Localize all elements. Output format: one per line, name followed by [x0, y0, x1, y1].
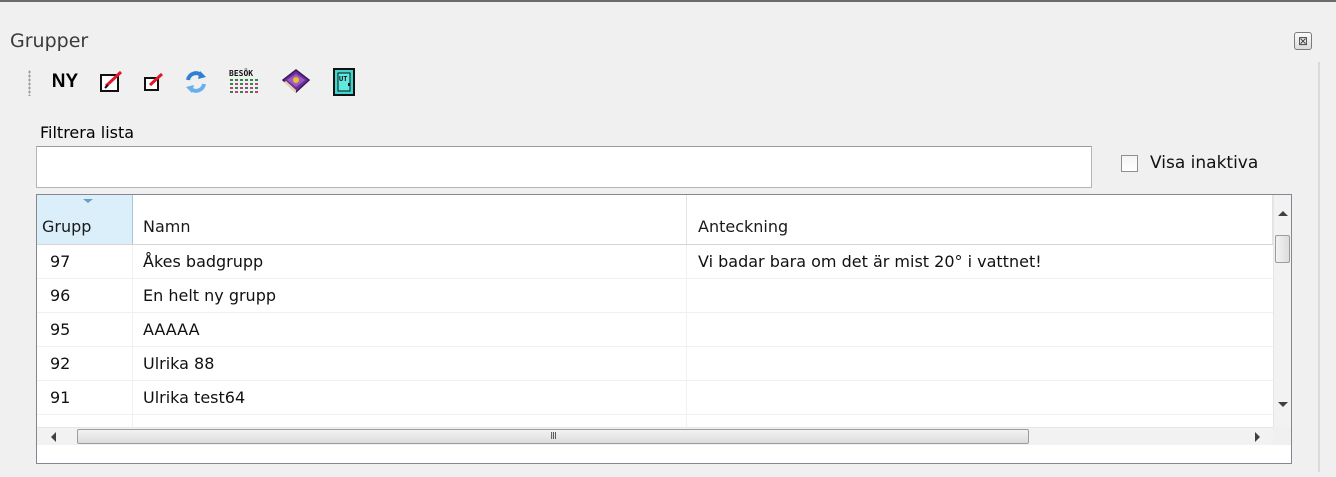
scroll-grip-icon: III	[550, 431, 557, 442]
refresh-button[interactable]	[178, 66, 214, 98]
visits-icon: BESÖK	[229, 68, 258, 93]
cell-namn: Ulrika test64	[133, 381, 687, 414]
column-header-label: Anteckning	[698, 217, 789, 236]
table-row[interactable]: 91 Ulrika test64	[37, 381, 1273, 415]
refresh-icon	[186, 71, 206, 93]
column-header-namn[interactable]: Namn	[133, 195, 687, 244]
toolbar: NY BESÖK UT	[28, 64, 1318, 102]
cell-namn: En helt ny grupp	[133, 279, 687, 312]
column-header-label: Namn	[143, 217, 191, 236]
cell-anteckning: Vi badar bara om det är mist 20° i vattn…	[698, 252, 1042, 271]
vertical-scroll-thumb[interactable]	[1275, 235, 1290, 263]
scrollbar-corner	[1273, 427, 1291, 445]
show-inactive-label: Visa inaktiva	[1150, 153, 1259, 173]
exit-button[interactable]: UT	[324, 66, 364, 98]
show-inactive-toggle[interactable]: Visa inaktiva	[1121, 153, 1258, 173]
new-group-button[interactable]: NY	[42, 66, 88, 98]
cell-anteckning	[687, 279, 1273, 312]
edit-small-button[interactable]	[138, 66, 170, 98]
column-header-grupp[interactable]: Grupp	[37, 195, 133, 244]
column-header-label: Grupp	[42, 217, 92, 236]
small-edit-icon	[144, 72, 164, 91]
cell-anteckning	[687, 347, 1273, 380]
svg-text:UT: UT	[339, 75, 347, 83]
sort-descending-icon	[83, 199, 93, 203]
cell-grupp: 96	[37, 279, 133, 312]
cell-grupp: 97	[37, 245, 133, 278]
filter-label: Filtrera lista	[40, 123, 135, 142]
cell-namn: AAAAA	[133, 313, 687, 346]
horizontal-scrollbar[interactable]: III	[37, 427, 1273, 445]
show-inactive-checkbox[interactable]	[1121, 154, 1138, 172]
scroll-up-icon[interactable]	[1278, 211, 1288, 216]
table-row[interactable]: 92 Ulrika 88	[37, 347, 1273, 381]
table-row[interactable]: 95 AAAAA	[37, 313, 1273, 347]
cell-anteckning	[687, 381, 1273, 414]
close-panel-button[interactable]: ⊠	[1294, 32, 1312, 50]
edit-button[interactable]	[94, 66, 130, 98]
exit-door-icon: UT	[333, 68, 355, 96]
horizontal-scroll-thumb[interactable]: III	[77, 429, 1029, 444]
groups-panel: Grupper ⊠ NY BESÖK UT Filtrera lista Vis…	[0, 0, 1336, 477]
svg-text:BESÖK: BESÖK	[229, 68, 253, 78]
column-header-anteckning[interactable]: Anteckning	[687, 195, 1273, 244]
vertical-scrollbar[interactable]	[1273, 195, 1291, 427]
groups-table: Grupp Namn Anteckning 97 Åkes badgrupp V…	[36, 194, 1292, 464]
toolbar-grip-icon[interactable]	[28, 70, 31, 96]
book-button[interactable]	[276, 66, 316, 98]
scroll-left-icon[interactable]	[51, 432, 56, 442]
book-icon	[281, 69, 311, 94]
panel-edge	[1318, 62, 1320, 472]
panel-title: Grupper	[10, 30, 89, 52]
cell-grupp: 91	[37, 381, 133, 414]
table-body: 97 Åkes badgrupp Vi badar bara om det är…	[37, 245, 1273, 431]
cell-namn: Åkes badgrupp	[133, 245, 687, 278]
cell-anteckning	[687, 313, 1273, 346]
table-header: Grupp Namn Anteckning	[37, 195, 1273, 245]
cell-grupp: 95	[37, 313, 133, 346]
visits-button[interactable]: BESÖK	[222, 66, 268, 98]
edit-icon	[100, 70, 123, 92]
cell-grupp: 92	[37, 347, 133, 380]
filter-input[interactable]	[36, 146, 1092, 188]
scroll-right-icon[interactable]	[1255, 432, 1260, 442]
table-row[interactable]: 97 Åkes badgrupp Vi badar bara om det är…	[37, 245, 1273, 279]
table-row[interactable]: 96 En helt ny grupp	[37, 279, 1273, 313]
cell-namn: Ulrika 88	[133, 347, 687, 380]
scroll-down-icon[interactable]	[1278, 402, 1288, 407]
